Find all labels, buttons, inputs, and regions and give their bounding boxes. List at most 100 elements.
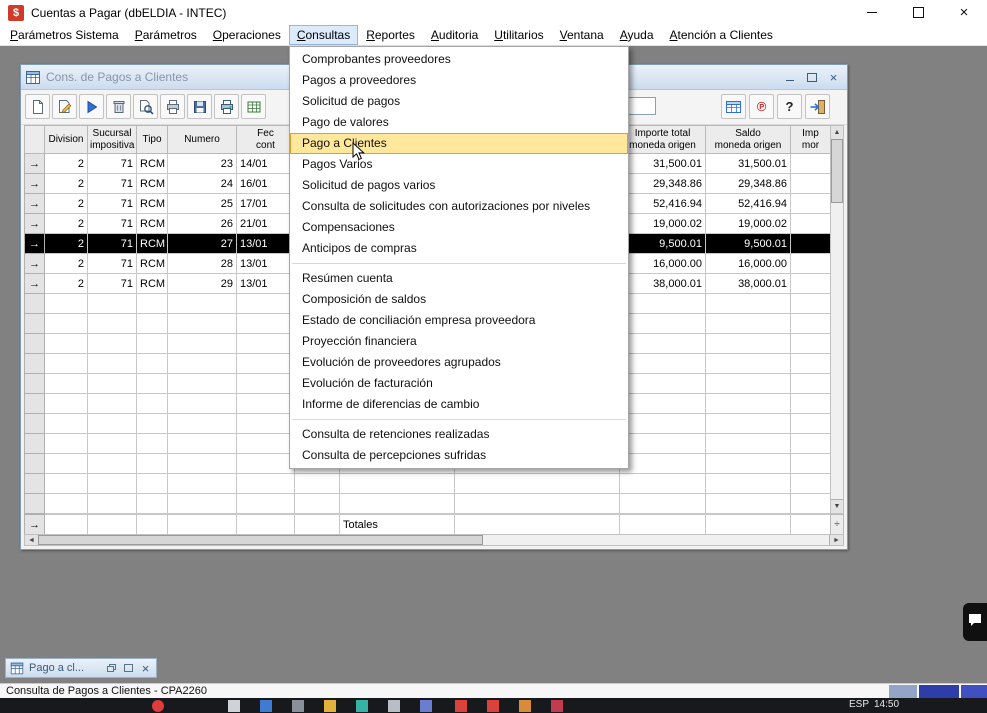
row-selector[interactable] [25,374,45,394]
grid-cell[interactable] [706,334,791,354]
grid-cell[interactable] [706,374,791,394]
grid-cell[interactable] [168,334,237,354]
grid-cell[interactable]: 71 [88,254,137,274]
grid-cell[interactable]: RCM [137,214,168,234]
grid-cell[interactable] [791,314,831,334]
grid-cell[interactable]: RCM [137,234,168,254]
grid-cell[interactable] [791,374,831,394]
grid-cell[interactable]: 71 [88,194,137,214]
grid-cell[interactable] [237,414,295,434]
grid-cell[interactable] [168,414,237,434]
grid-cell[interactable]: 28 [168,254,237,274]
grid-cell[interactable] [137,474,168,494]
grid-cell[interactable] [237,294,295,314]
grid-cell[interactable] [706,474,791,494]
export-button[interactable] [241,94,266,119]
row-selector[interactable] [25,494,45,514]
scroll-down-button[interactable]: ▼ [831,499,843,513]
grid-horizontal-scrollbar[interactable]: ◄ ► [24,534,844,546]
grid-cell[interactable] [706,454,791,474]
taskbar-app-icon[interactable] [260,700,272,712]
row-selector[interactable]: → [25,194,45,214]
taskbar-app-icon[interactable] [388,700,400,712]
mini-maximize-button[interactable] [122,662,135,675]
taskbar-language[interactable]: ESP [849,699,869,710]
grid-cell[interactable]: 71 [88,174,137,194]
grid-cell[interactable]: 2 [45,234,88,254]
grid-cell[interactable] [791,354,831,374]
menu-item-solicitud-de-pagos-varios[interactable]: Solicitud de pagos varios [290,175,628,196]
grid-cell[interactable] [791,294,831,314]
preview-button[interactable] [133,94,158,119]
grid-cell[interactable] [706,294,791,314]
grid-cell[interactable] [620,414,706,434]
maximize-button[interactable] [895,0,941,25]
grid-cell[interactable]: 71 [88,234,137,254]
row-selector[interactable]: → [25,214,45,234]
grid-row[interactable] [25,474,831,494]
grid-cell[interactable]: 16/01 [237,174,295,194]
grid-cell[interactable]: 17/01 [237,194,295,214]
grid-cell[interactable] [237,494,295,514]
menubar-item-operaciones[interactable]: Operaciones [205,25,289,45]
menu-item-evolucion-de-proveedores-agrupados[interactable]: Evolución de proveedores agrupados [290,352,628,373]
row-selector[interactable] [25,414,45,434]
grid-cell[interactable] [237,314,295,334]
menu-item-compensaciones[interactable]: Compensaciones [290,217,628,238]
row-selector[interactable] [25,294,45,314]
grid-cell[interactable] [237,394,295,414]
grid-cell[interactable]: 16,000.00 [706,254,791,274]
row-selector[interactable]: → [25,174,45,194]
grid-cell[interactable] [791,214,831,234]
grid-cell[interactable] [237,374,295,394]
menu-item-proyeccion-financiera[interactable]: Proyección financiera [290,331,628,352]
menu-item-anticipos-de-compras[interactable]: Anticipos de compras [290,238,628,259]
taskbar-app-icon[interactable] [551,700,563,712]
menubar-item-reportes[interactable]: Reportes [358,25,423,45]
grid-cell[interactable] [237,354,295,374]
grid-cell[interactable] [706,494,791,514]
grid-cell[interactable]: 25 [168,194,237,214]
column-header-fec-cont[interactable]: Fec cont [237,126,295,154]
grid-cell[interactable] [237,434,295,454]
grid-cell[interactable]: RCM [137,274,168,294]
grid-cell[interactable] [620,314,706,334]
help-button[interactable]: ? [777,94,802,119]
menu-item-pagos-varios[interactable]: Pagos Varios [290,154,628,175]
grid-cell[interactable] [791,194,831,214]
grid-cell[interactable]: 26 [168,214,237,234]
scroll-up-button[interactable]: ▲ [831,126,843,140]
grid-cell[interactable] [620,494,706,514]
grid-cell[interactable]: 29,348.86 [706,174,791,194]
grid-cell[interactable]: 52,416.94 [620,194,706,214]
grid-cell[interactable]: 21/01 [237,214,295,234]
taskbar-app-icon[interactable] [324,700,336,712]
grid-cell[interactable]: 71 [88,154,137,174]
grid-cell[interactable] [791,274,831,294]
menubar-item-consultas[interactable]: Consultas [289,25,358,45]
grid-cell[interactable] [791,434,831,454]
grid-cell[interactable] [88,414,137,434]
grid-cell[interactable] [88,474,137,494]
grid-cell[interactable] [45,474,88,494]
mini-restore-button[interactable] [105,662,118,675]
scroll-right-button[interactable]: ► [829,535,843,545]
row-selector[interactable]: → [25,254,45,274]
row-selector[interactable] [25,434,45,454]
grid-cell[interactable] [137,374,168,394]
grid-cell[interactable] [88,434,137,454]
horizontal-scroll-thumb[interactable] [38,535,483,545]
menubar-item-parametros-sistema[interactable]: Parámetros Sistema [2,25,127,45]
grid-cell[interactable] [168,374,237,394]
taskbar-app-icon[interactable] [487,700,499,712]
grid-cell[interactable] [706,354,791,374]
grid-cell[interactable] [791,334,831,354]
grid-cell[interactable] [137,334,168,354]
grid-cell[interactable] [137,294,168,314]
menu-item-composicion-de-saldos[interactable]: Composición de saldos [290,289,628,310]
grid-cell[interactable]: RCM [137,174,168,194]
column-header-importe-total-moneda-origen[interactable]: Importe total moneda origen [620,126,706,154]
row-selector[interactable]: → [25,234,45,254]
grid-cell[interactable] [237,474,295,494]
table-button[interactable] [721,94,746,119]
